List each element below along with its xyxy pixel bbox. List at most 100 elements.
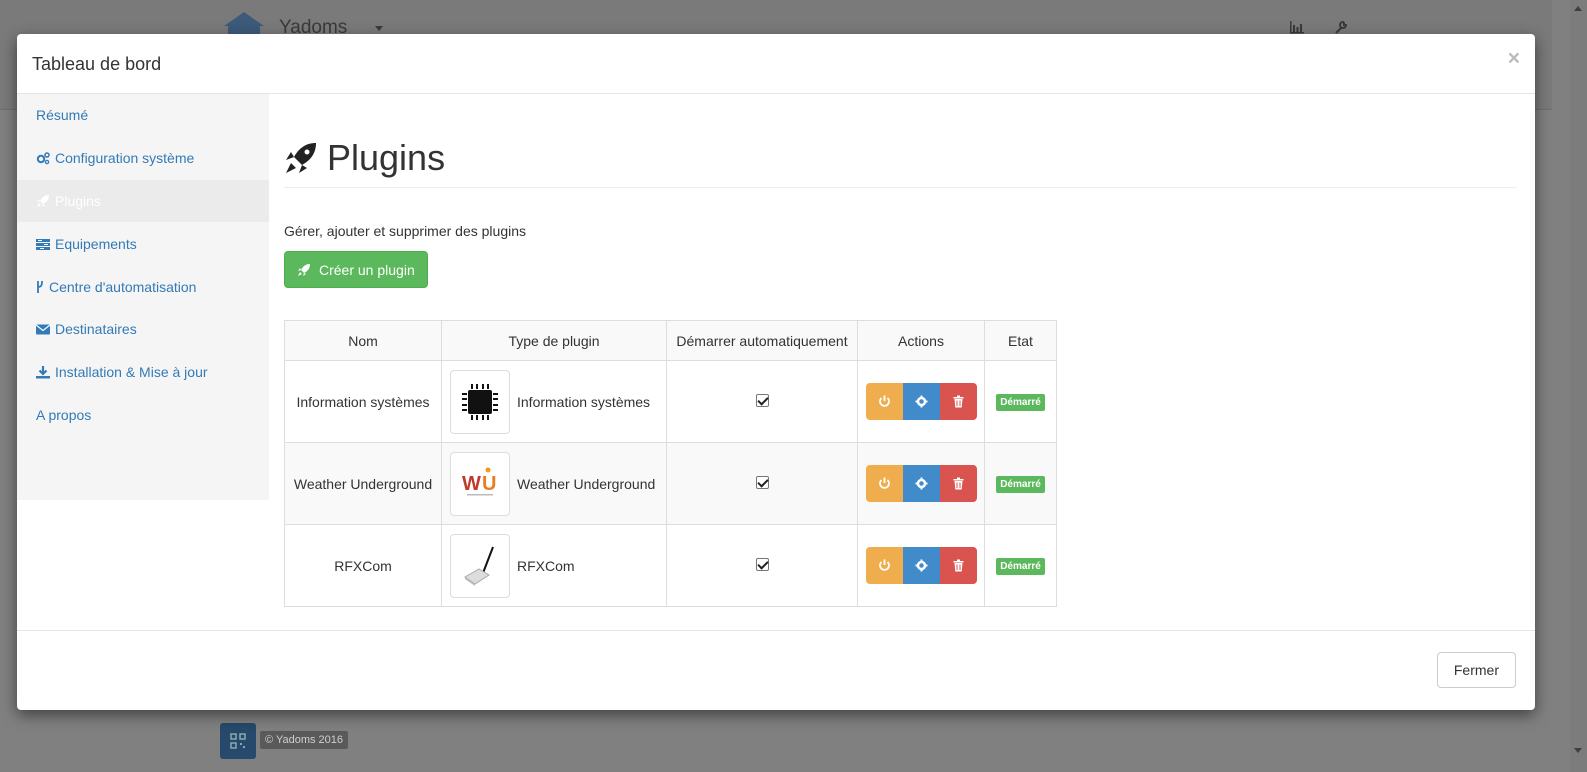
cog-icon xyxy=(915,395,927,408)
status-badge: Démarré xyxy=(996,558,1045,575)
table-row: RFXCom RFXCom Démarré xyxy=(284,524,1057,607)
sidebar-item-installation[interactable]: Installation & Mise à jour xyxy=(17,351,269,394)
plugins-table: Nom Type de plugin Démarrer automatiquem… xyxy=(284,320,1057,607)
header-etat: Etat xyxy=(984,320,1057,361)
rfxcom-device xyxy=(450,533,510,598)
cpu-icon xyxy=(450,369,510,434)
gears-icon xyxy=(36,151,50,165)
close-icon[interactable]: × xyxy=(1508,48,1520,69)
scroll-up-icon[interactable] xyxy=(1574,6,1582,11)
modal-footer: Fermer xyxy=(17,630,1535,710)
configure-button[interactable] xyxy=(902,383,940,420)
status-badge: Démarré xyxy=(996,476,1045,493)
page-header: Plugins xyxy=(284,138,1517,188)
header-actions: Actions xyxy=(857,320,985,361)
rocket-icon xyxy=(286,143,316,173)
plugin-type-cell: RFXCom xyxy=(441,524,667,607)
sidebar-item-equipements[interactable]: Equipements xyxy=(17,222,269,265)
wu-logo: W U xyxy=(450,451,510,516)
trash-icon xyxy=(953,395,963,408)
footer-qr-badge xyxy=(220,723,256,759)
power-icon xyxy=(878,559,890,571)
sidebar-item-automation[interactable]: Centre d'automatisation xyxy=(17,265,269,308)
actions-cell xyxy=(857,442,985,525)
wrench-icon xyxy=(1335,20,1348,34)
table-row: Information systèmes Information système… xyxy=(284,360,1057,443)
plugin-type-label: Weather Underground xyxy=(517,475,656,492)
plugin-type-cell: Information systèmes xyxy=(441,360,667,443)
delete-button[interactable] xyxy=(939,383,977,420)
status-badge: Démarré xyxy=(996,394,1045,411)
sidebar-item-apropos[interactable]: A propos xyxy=(17,394,269,437)
plugin-name: Information systèmes xyxy=(284,360,442,443)
plugin-name: Weather Underground xyxy=(284,442,442,525)
sidebar-item-label: Destinataires xyxy=(55,321,137,338)
footer-copyright: © Yadoms 2016 xyxy=(260,731,349,749)
header-autostart: Démarrer automatiquement xyxy=(666,320,858,361)
power-button[interactable] xyxy=(865,383,903,420)
code-fork-icon xyxy=(36,280,44,294)
delete-button[interactable] xyxy=(939,465,977,502)
delete-button[interactable] xyxy=(939,547,977,584)
create-plugin-label: Créer un plugin xyxy=(319,261,415,278)
actions-cell xyxy=(857,360,985,443)
plugin-type-label: RFXCom xyxy=(517,557,575,574)
autostart-checkbox[interactable] xyxy=(755,393,769,407)
header-nom: Nom xyxy=(284,320,442,361)
rocket-icon xyxy=(36,194,50,208)
sidebar-item-label: Configuration système xyxy=(55,150,195,167)
state-cell: Démarré xyxy=(984,442,1057,525)
svg-text:W: W xyxy=(462,473,481,495)
state-cell: Démarré xyxy=(984,524,1057,607)
chart-icon xyxy=(1290,21,1304,34)
sidebar-item-plugins[interactable]: Plugins xyxy=(17,179,269,223)
sidebar-item-resume[interactable]: Résumé xyxy=(17,94,269,137)
power-icon xyxy=(878,477,890,489)
modal-header: Tableau de bord × xyxy=(17,34,1535,94)
envelope-icon xyxy=(36,322,50,336)
sidebar-item-label: Plugins xyxy=(55,192,101,209)
cog-icon xyxy=(915,477,927,490)
tasks-icon xyxy=(36,237,50,251)
sidebar-item-label: Résumé xyxy=(36,107,89,124)
header-type: Type de plugin xyxy=(441,320,667,361)
autostart-checkbox[interactable] xyxy=(755,475,769,489)
power-button[interactable] xyxy=(865,547,903,584)
autostart-cell xyxy=(666,524,858,607)
fermer-button[interactable]: Fermer xyxy=(1436,652,1516,688)
actions-cell xyxy=(857,524,985,607)
rocket-icon xyxy=(298,263,310,276)
sidebar-item-label: Installation & Mise à jour xyxy=(55,364,208,381)
sidebar-item-destinataires[interactable]: Destinataires xyxy=(17,308,269,351)
configure-button[interactable] xyxy=(902,547,940,584)
sidebar-item-label: A propos xyxy=(36,406,92,423)
brand-caret-icon xyxy=(375,26,383,31)
main-content: Plugins Gérer, ajouter et supprimer des … xyxy=(284,94,1517,607)
home-logo-icon xyxy=(224,12,264,36)
cog-icon xyxy=(915,559,927,572)
power-button[interactable] xyxy=(865,465,903,502)
trash-icon xyxy=(953,559,963,572)
create-plugin-button[interactable]: Créer un plugin xyxy=(284,251,428,288)
page-scrollbar[interactable] xyxy=(1570,0,1587,772)
dashboard-modal: Tableau de bord × Résumé Configuration s… xyxy=(17,34,1535,710)
sidebar-item-label: Equipements xyxy=(55,235,137,252)
plugin-type-label: Information systèmes xyxy=(517,393,651,410)
qr-icon xyxy=(230,733,246,749)
state-cell: Démarré xyxy=(984,360,1057,443)
plugin-type-cell: W U Weather Underground xyxy=(441,442,667,525)
sidebar-item-configuration[interactable]: Configuration système xyxy=(17,137,269,180)
autostart-checkbox[interactable] xyxy=(755,557,769,571)
download-icon xyxy=(36,365,50,379)
sidebar-item-label: Centre d'automatisation xyxy=(49,278,197,295)
modal-title: Tableau de bord xyxy=(32,54,162,74)
trash-icon xyxy=(953,477,963,490)
page-title: Plugins xyxy=(327,137,446,178)
autostart-cell xyxy=(666,442,858,525)
configure-button[interactable] xyxy=(902,465,940,502)
table-header-row: Nom Type de plugin Démarrer automatiquem… xyxy=(284,320,1057,361)
autostart-cell xyxy=(666,360,858,443)
scroll-down-icon[interactable] xyxy=(1574,748,1582,753)
page-description: Gérer, ajouter et supprimer des plugins xyxy=(284,223,527,239)
modal-sidebar: Résumé Configuration système Plugins Equ… xyxy=(17,94,269,500)
